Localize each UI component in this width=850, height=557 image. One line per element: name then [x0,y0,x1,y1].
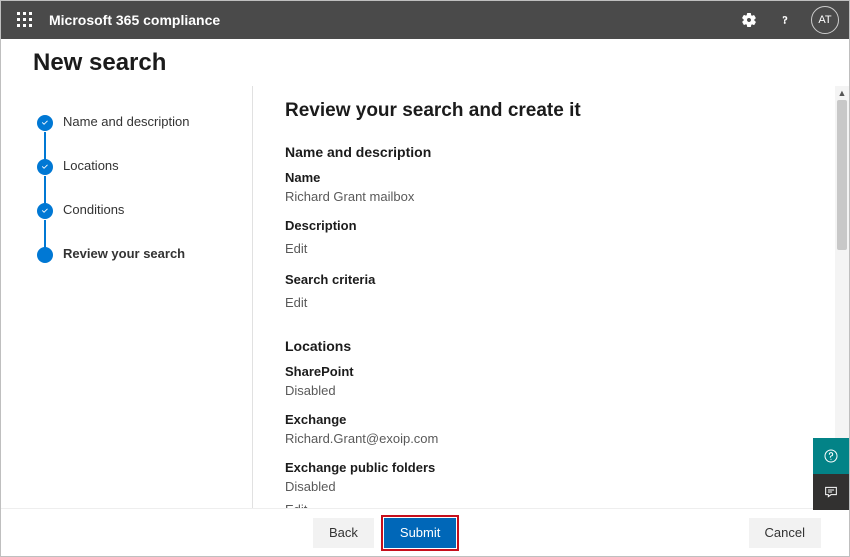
step-label: Locations [63,158,119,174]
step-name-description[interactable]: Name and description [37,114,232,158]
svg-text:?: ? [783,15,788,26]
section-locations: Locations [285,338,795,354]
help-icon[interactable]: ? [769,4,801,36]
scrollbar-thumb[interactable] [837,100,847,250]
sharepoint-value: Disabled [285,383,795,398]
edit-search-criteria-link[interactable]: Edit [285,295,307,310]
exchange-label: Exchange [285,412,795,427]
exchange-public-folders-label: Exchange public folders [285,460,795,475]
name-label: Name [285,170,795,185]
checkmark-icon [37,115,53,131]
back-button[interactable]: Back [313,518,374,548]
checkmark-icon [37,159,53,175]
feedback-widget-button[interactable] [813,474,849,510]
exchange-value: Richard.Grant@exoip.com [285,431,795,446]
edit-name-description-link[interactable]: Edit [285,241,307,256]
main-panel: Review your search and create it Name an… [253,86,849,508]
page-header: New search [1,39,849,87]
step-locations[interactable]: Locations [37,158,232,202]
step-conditions[interactable]: Conditions [37,202,232,246]
help-widget-button[interactable] [813,438,849,474]
review-heading: Review your search and create it [285,100,795,122]
wizard-steps-sidebar: Name and description Locations Condition… [1,86,253,508]
search-criteria-label: Search criteria [285,272,795,287]
scroll-up-icon[interactable]: ▲ [835,86,849,100]
app-title: Microsoft 365 compliance [49,12,220,28]
current-step-icon [37,247,53,263]
step-label: Name and description [63,114,189,130]
section-name-description: Name and description [285,144,795,160]
settings-icon[interactable] [733,4,765,36]
step-label: Conditions [63,202,124,218]
top-bar: Microsoft 365 compliance ? AT [1,1,849,39]
main-scroll-area[interactable]: Review your search and create it Name an… [253,86,835,508]
body: Name and description Locations Condition… [1,86,849,508]
description-label: Description [285,218,795,233]
step-label: Review your search [63,246,185,262]
submit-button[interactable]: Submit [384,518,456,548]
step-review[interactable]: Review your search [37,246,232,262]
help-widget-stack [813,438,849,510]
wizard-footer: Back Submit Cancel [1,508,849,556]
cancel-button[interactable]: Cancel [749,518,821,548]
exchange-public-folders-value: Disabled [285,479,795,494]
checkmark-icon [37,203,53,219]
page-title: New search [33,49,817,77]
name-value: Richard Grant mailbox [285,189,795,204]
app-launcher-icon[interactable] [11,6,39,34]
sharepoint-label: SharePoint [285,364,795,379]
user-avatar[interactable]: AT [811,6,839,34]
